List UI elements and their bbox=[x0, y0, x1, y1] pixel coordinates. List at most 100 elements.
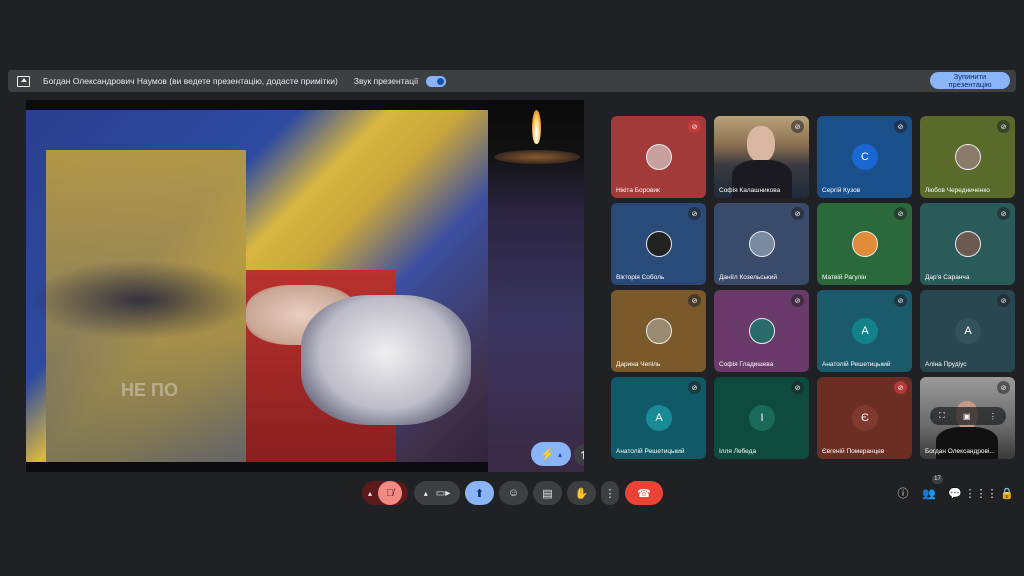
swap-icon: ⇅ bbox=[580, 449, 584, 462]
participant-tile[interactable]: ⊘ Даніїл Козельський bbox=[714, 203, 809, 285]
presentation-view: НЕ ПО ⚡▴ ⇅ bbox=[26, 100, 584, 472]
participant-avatar bbox=[646, 144, 672, 170]
mic-off-icon: ⊘ bbox=[997, 207, 1010, 220]
participant-name: Матвій Рагулін bbox=[822, 274, 867, 281]
presenting-message: Богдан Олександрович Наумов (ви ведете п… bbox=[43, 76, 338, 86]
participant-tile[interactable]: Є ⊘ Євгеній Померанцев bbox=[817, 377, 912, 459]
chevron-up-icon[interactable]: ▴ bbox=[368, 489, 372, 498]
participant-avatar bbox=[955, 231, 981, 257]
captions-icon: ▤ bbox=[542, 487, 553, 500]
chevron-up-icon: ▴ bbox=[557, 449, 562, 459]
slide-text: НЕ ПО bbox=[121, 380, 178, 400]
frame-icon[interactable]: ⛶ bbox=[939, 411, 945, 421]
presentation-control-button[interactable]: ⚡ ▴ bbox=[531, 442, 571, 466]
participant-name: Любов Чередниченко bbox=[925, 187, 990, 194]
people-button[interactable]: 👥 bbox=[921, 485, 937, 501]
mic-off-icon[interactable]: 🎙̸ bbox=[378, 481, 402, 505]
more-vert-icon[interactable]: ⋮ bbox=[989, 412, 997, 421]
present-now-button[interactable]: ⬆ bbox=[465, 481, 494, 505]
participant-avatar bbox=[646, 318, 672, 344]
mic-control-group[interactable]: ▴ 🎙̸ bbox=[362, 481, 408, 505]
mic-off-icon: ⊘ bbox=[997, 294, 1010, 307]
effects-icon[interactable]: ▣ bbox=[963, 412, 971, 421]
apps-grid-icon: ⋮⋮⋮ bbox=[964, 487, 998, 500]
camera-control-group[interactable]: ▴ ▭▸ bbox=[414, 481, 460, 505]
participant-name: Нікіта Боровик bbox=[616, 187, 660, 194]
participant-name: Сергій Кузов bbox=[822, 187, 861, 194]
stop-presenting-button[interactable]: Зупинити презентацію bbox=[930, 72, 1010, 89]
chevron-up-icon[interactable]: ▴ bbox=[424, 489, 428, 498]
participant-avatar: І bbox=[749, 405, 775, 431]
participants-count-badge: 17 bbox=[932, 475, 943, 484]
meeting-details-button[interactable]: ⓘ bbox=[895, 485, 911, 501]
participant-avatar: А bbox=[852, 318, 878, 344]
mic-off-icon: ⊘ bbox=[791, 120, 804, 133]
participant-face bbox=[747, 126, 775, 162]
presentation-sound-toggle[interactable] bbox=[426, 75, 447, 87]
captions-button[interactable]: ▤ bbox=[533, 481, 562, 505]
chat-icon: 💬 bbox=[948, 487, 962, 500]
camera-icon[interactable]: ▭▸ bbox=[436, 488, 450, 499]
mic-off-icon: ⊘ bbox=[894, 120, 907, 133]
participant-tile[interactable]: ⛶ ▣ ⋮ ⊘ Богдан Олександрові... bbox=[920, 377, 1015, 459]
participant-name: Богдан Олександрові... bbox=[925, 448, 995, 455]
participant-tile[interactable]: А ⊘ Аліна Прудіус bbox=[920, 290, 1015, 372]
participant-avatar bbox=[955, 144, 981, 170]
hand-icon: ✋ bbox=[574, 487, 589, 500]
participant-tile[interactable]: А ⊘ Анатолій Решетицький bbox=[611, 377, 706, 459]
mic-off-icon: ⊘ bbox=[688, 294, 701, 307]
host-controls-button[interactable]: 🔒 bbox=[999, 485, 1015, 501]
participant-avatar: Є bbox=[852, 405, 878, 431]
participant-tile[interactable]: ⊘ Матвій Рагулін bbox=[817, 203, 912, 285]
mic-off-icon: ⊘ bbox=[688, 120, 701, 133]
participant-name: Анатолій Решетицький bbox=[616, 448, 685, 455]
participant-name: Дарина Чепіль bbox=[616, 361, 661, 368]
candle-flame bbox=[532, 110, 541, 144]
participant-name: Євгеній Померанцев bbox=[822, 448, 885, 455]
baby-shoes bbox=[301, 295, 471, 425]
participant-name: Ілля Лебеда bbox=[719, 448, 757, 455]
participant-tile[interactable]: ⊘ Любов Чередниченко bbox=[920, 116, 1015, 198]
emoji-icon: ☺ bbox=[507, 487, 520, 499]
participant-name: Софія Калашникова bbox=[719, 187, 781, 194]
mic-off-icon: ⊘ bbox=[997, 381, 1010, 394]
mic-off-icon: ⊘ bbox=[894, 381, 907, 394]
participant-tile[interactable]: ⊘ Софія Гладишева bbox=[714, 290, 809, 372]
avatar-initial: Є bbox=[861, 412, 869, 424]
participant-tile[interactable]: ⊘ Дарина Чепіль bbox=[611, 290, 706, 372]
participant-avatar bbox=[749, 231, 775, 257]
reactions-button[interactable]: ☺ bbox=[499, 481, 528, 505]
avatar-initial: А bbox=[655, 412, 663, 424]
participant-tile[interactable]: ⊘ Вікторія Соболь bbox=[611, 203, 706, 285]
participant-tile[interactable]: ⊘ Нікіта Боровик bbox=[611, 116, 706, 198]
activities-button[interactable]: ⋮⋮⋮ bbox=[965, 485, 998, 501]
participant-name: Аліна Прудіус bbox=[925, 361, 967, 368]
raise-hand-button[interactable]: ✋ bbox=[567, 481, 596, 505]
hangup-icon: ☎ bbox=[637, 487, 651, 500]
participant-tile[interactable]: І ⊘ Ілля Лебеда bbox=[714, 377, 809, 459]
avatar-initial: А bbox=[964, 325, 972, 337]
participant-name: Вікторія Соболь bbox=[616, 274, 665, 281]
self-tile-actions: ⛶ ▣ ⋮ bbox=[930, 407, 1006, 425]
participant-tile[interactable]: С ⊘ Сергій Кузов bbox=[817, 116, 912, 198]
participant-tile[interactable]: ⊘ Софія Калашникова bbox=[714, 116, 809, 198]
more-vert-icon: ⋮ bbox=[604, 487, 616, 500]
more-options-button[interactable]: ⋮ bbox=[601, 481, 619, 505]
participant-avatar bbox=[749, 318, 775, 344]
lock-person-icon: 🔒 bbox=[1000, 487, 1014, 500]
presenting-banner: Богдан Олександрович Наумов (ви ведете п… bbox=[8, 70, 1016, 92]
mic-off-icon: ⊘ bbox=[688, 381, 701, 394]
participant-avatar: С bbox=[852, 144, 878, 170]
present-screen-icon bbox=[17, 75, 30, 87]
leave-call-button[interactable]: ☎ bbox=[625, 481, 663, 505]
participant-avatar bbox=[646, 231, 672, 257]
participant-name: Софія Гладишева bbox=[719, 361, 774, 368]
mic-off-icon: ⊘ bbox=[791, 207, 804, 220]
participant-tile[interactable]: А ⊘ Анатолій Решетицький bbox=[817, 290, 912, 372]
avatar-initial: І bbox=[760, 412, 764, 424]
participant-tile[interactable]: ⊘ Дар'я Саранча bbox=[920, 203, 1015, 285]
chat-button[interactable]: 💬 bbox=[947, 485, 963, 501]
presentation-sound-label: Звук презентації bbox=[353, 76, 419, 86]
participant-name: Анатолій Решетицький bbox=[822, 361, 891, 368]
avatar-initial: С bbox=[861, 151, 869, 163]
